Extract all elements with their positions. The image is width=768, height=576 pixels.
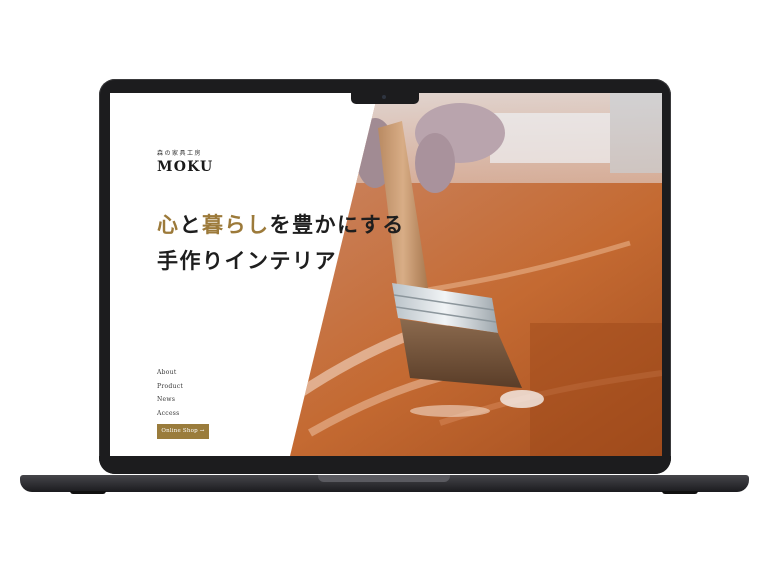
headline-line-1: 心と暮らしを豊かにする bbox=[157, 207, 405, 243]
headline-accent-1: 心 bbox=[157, 212, 180, 237]
headline-text-mid: と bbox=[179, 212, 202, 237]
camera-icon bbox=[382, 95, 386, 99]
camera-notch bbox=[351, 92, 419, 104]
headline-line-2: 手作りインテリア bbox=[157, 248, 337, 273]
side-nav: About Product News Access bbox=[157, 366, 183, 420]
headline-text-rest: を豊かにする bbox=[269, 212, 405, 237]
website-screen: 森の家具工房 MOKU 心と暮らしを豊かにする 手作りインテリア About P… bbox=[110, 93, 662, 456]
screen-bezel-bottom bbox=[99, 456, 671, 474]
hero-headline: 心と暮らしを豊かにする 手作りインテリア bbox=[157, 207, 405, 279]
foot-right bbox=[662, 491, 698, 494]
lid-opening-notch bbox=[318, 475, 450, 482]
brand-subtitle: 森の家具工房 bbox=[157, 150, 203, 157]
nav-item-access[interactable]: Access bbox=[157, 407, 183, 421]
nav-item-product[interactable]: Product bbox=[157, 380, 183, 394]
foot-left bbox=[70, 491, 106, 494]
headline-accent-2: 暮らし bbox=[202, 212, 270, 237]
nav-item-about[interactable]: About bbox=[157, 366, 183, 380]
brand-logo[interactable]: MOKU bbox=[157, 159, 213, 175]
nav-item-news[interactable]: News bbox=[157, 393, 183, 407]
online-shop-button[interactable]: Online Shop → bbox=[157, 424, 209, 439]
